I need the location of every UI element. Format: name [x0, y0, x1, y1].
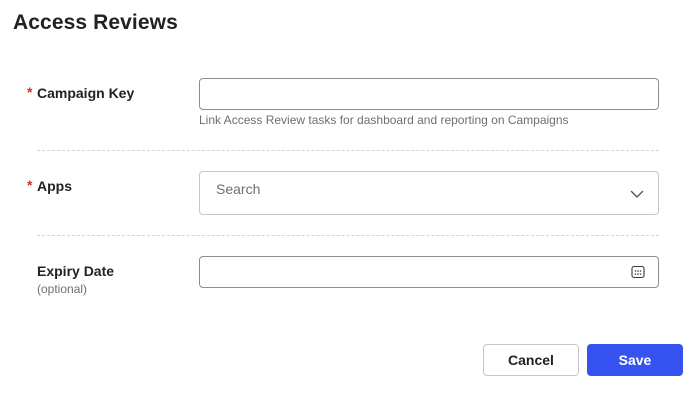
optional-label: (optional)	[37, 282, 88, 296]
expiry-date-input[interactable]	[199, 256, 659, 288]
page-title: Access Reviews	[13, 11, 178, 34]
divider	[37, 235, 659, 236]
apps-label: Apps	[37, 178, 72, 194]
calendar-icon[interactable]	[631, 265, 645, 279]
required-marker: *	[27, 177, 33, 193]
apps-label-group: Apps	[37, 178, 72, 194]
chevron-down-icon	[630, 190, 644, 198]
required-marker: *	[27, 84, 33, 100]
save-button[interactable]: Save	[587, 344, 683, 376]
campaign-key-label: Campaign Key	[37, 85, 135, 101]
expiry-date-label-group: Expiry Date (optional)	[37, 263, 114, 296]
campaign-key-input[interactable]	[199, 78, 659, 110]
divider	[37, 150, 659, 151]
campaign-key-label-group: Campaign Key	[37, 85, 134, 101]
campaign-key-help-text: Link Access Review tasks for dashboard a…	[199, 113, 569, 127]
access-reviews-form: Access Reviews * Campaign Key Link Acces…	[0, 0, 696, 395]
cancel-button[interactable]: Cancel	[483, 344, 579, 376]
expiry-date-label: Expiry Date	[37, 263, 115, 279]
apps-select[interactable]: Search	[199, 171, 659, 215]
apps-search-placeholder: Search	[216, 181, 261, 197]
